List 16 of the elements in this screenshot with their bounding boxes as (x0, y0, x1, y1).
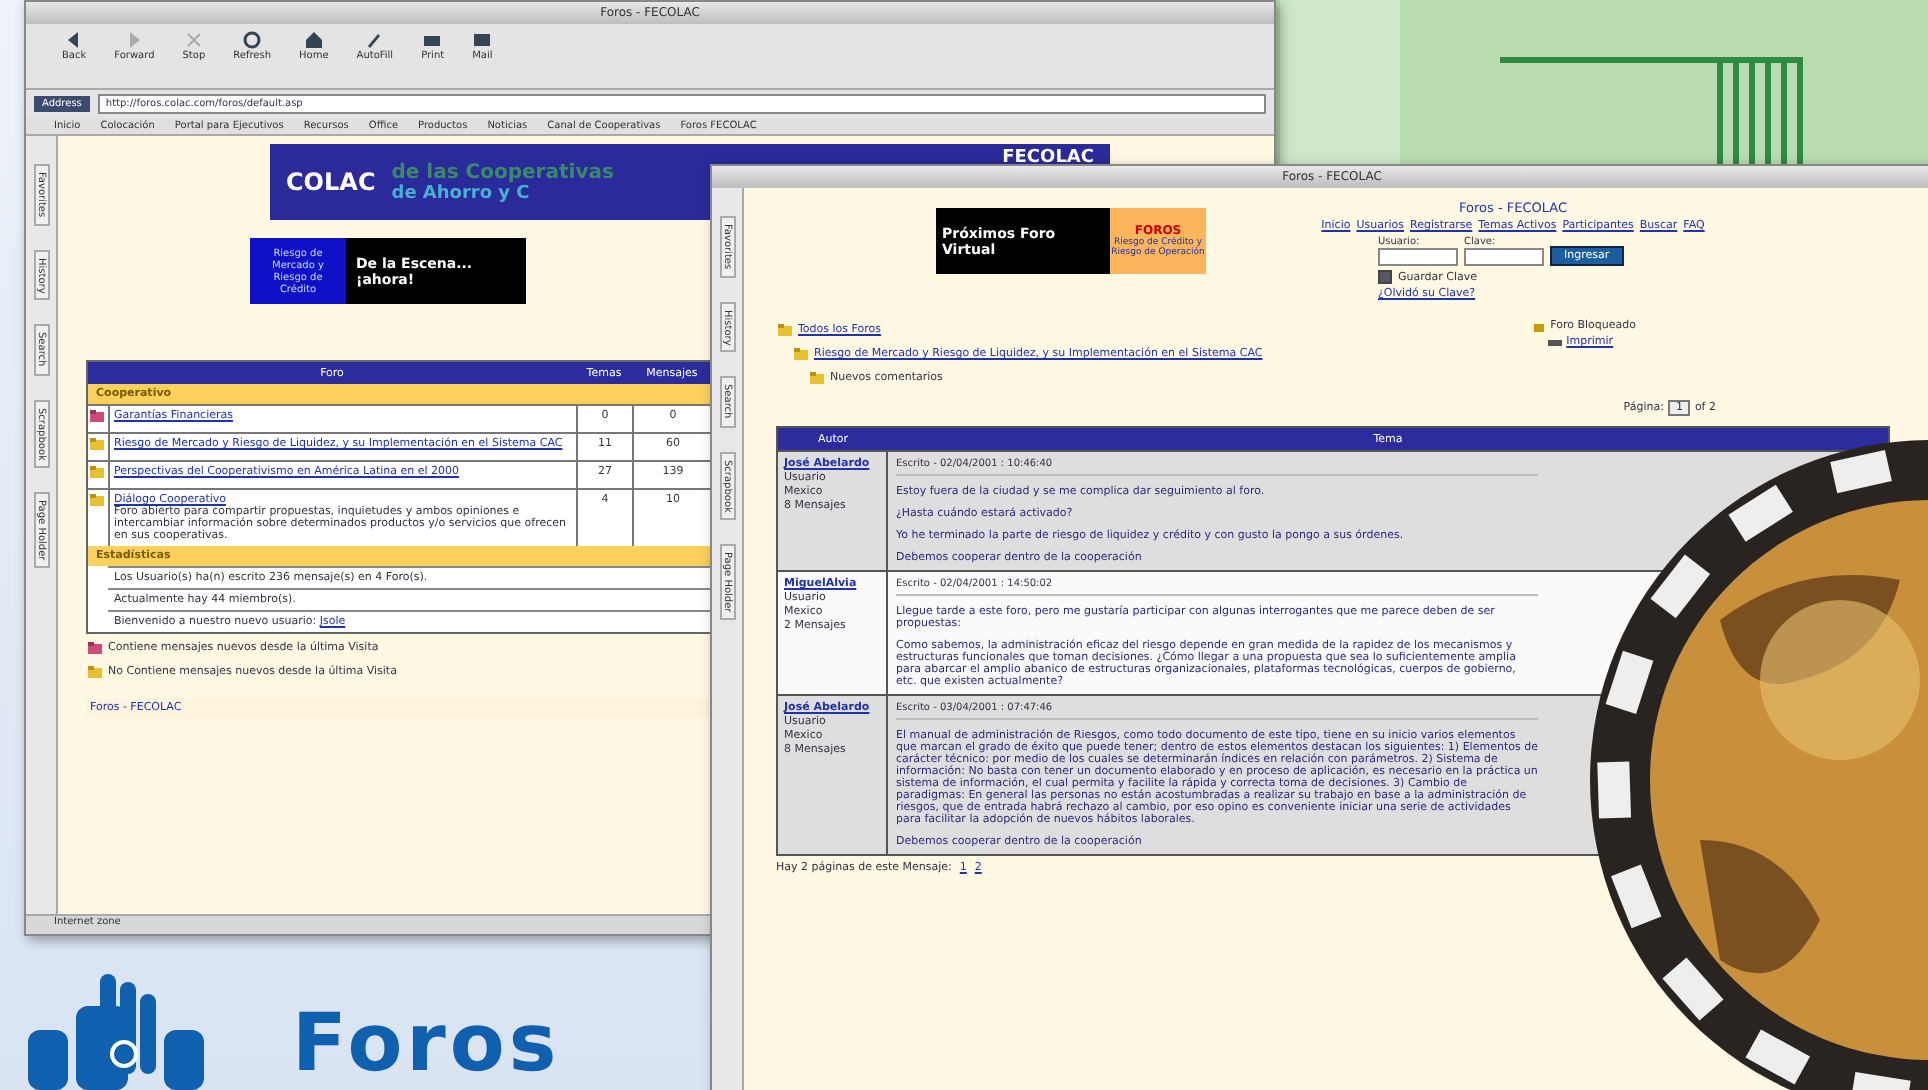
folder-icon (794, 348, 808, 360)
pen-icon (364, 30, 385, 50)
home-icon (303, 30, 324, 50)
banner-subline: de Ahorro y C (391, 183, 532, 203)
folder-icon (810, 372, 824, 384)
stop-icon (183, 30, 204, 50)
banner-tagline: de las Cooperativas (391, 161, 614, 183)
username-field[interactable] (1378, 248, 1458, 266)
refresh-icon (242, 30, 263, 50)
password-field[interactable] (1464, 248, 1544, 266)
banner-title: COLAC (286, 168, 376, 196)
logo-text: Foros (292, 1000, 561, 1088)
checkbox[interactable] (1378, 270, 1392, 284)
banner-brand: FECOLAC (1002, 148, 1094, 168)
folder-icon (778, 324, 792, 336)
forward-arrow-icon (124, 30, 145, 50)
